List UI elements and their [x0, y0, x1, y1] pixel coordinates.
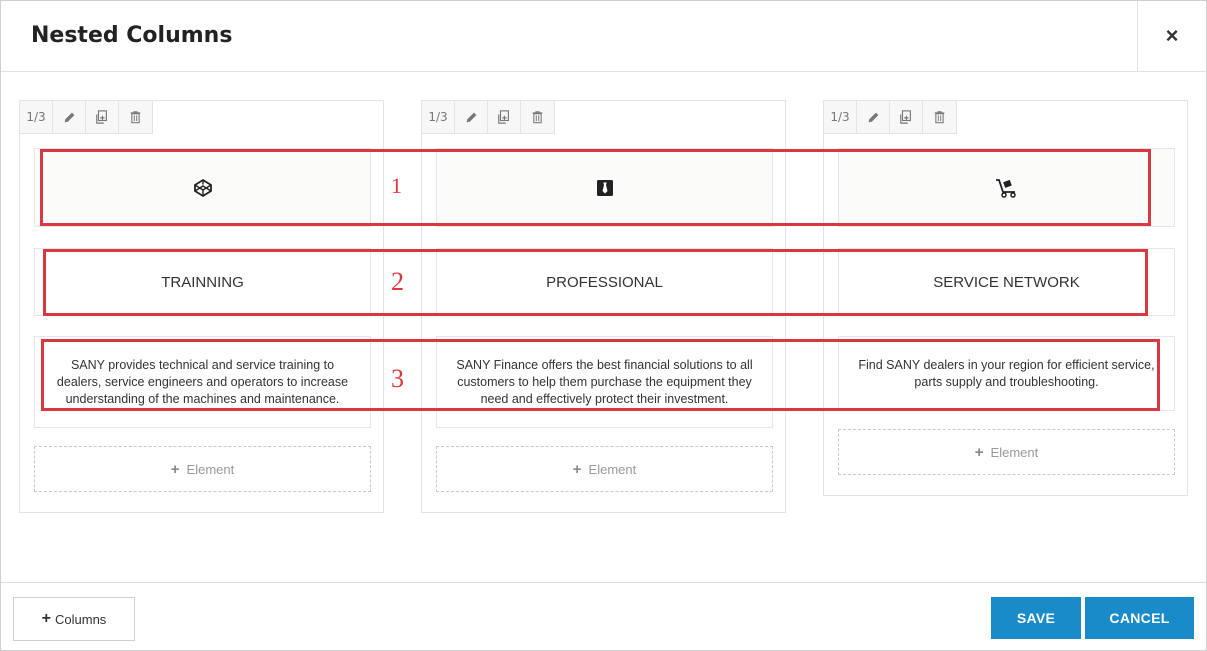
edit-column-button[interactable] — [53, 101, 86, 133]
icon-element[interactable] — [436, 148, 773, 227]
clone-icon — [900, 110, 911, 124]
close-button[interactable]: × — [1137, 1, 1206, 71]
text-element[interactable]: Find SANY dealers in your region for eff… — [838, 336, 1175, 411]
add-element-label: Element — [588, 461, 637, 477]
cancel-button[interactable]: CANCEL — [1085, 597, 1194, 639]
column-3: 1/3 SERVICE NETWORK Find SANY dealers in… — [823, 100, 1188, 496]
text-element[interactable]: SANY Finance offers the best financial s… — [436, 336, 773, 428]
column-size-button[interactable]: 1/3 — [824, 101, 857, 133]
clone-column-button[interactable] — [488, 101, 521, 133]
add-element-button[interactable]: + Element — [34, 446, 371, 492]
add-element-button[interactable]: + Element — [838, 429, 1175, 475]
pencil-icon — [466, 112, 476, 122]
annotation-number: 3 — [391, 364, 404, 393]
save-button[interactable]: SAVE — [991, 597, 1081, 639]
icon-element[interactable] — [838, 148, 1175, 227]
annotation-number: 1 — [391, 173, 402, 198]
heading-element[interactable]: SERVICE NETWORK — [838, 248, 1175, 316]
delete-column-button[interactable] — [119, 101, 152, 133]
column-size-button[interactable]: 1/3 — [422, 101, 455, 133]
dialog-title: Nested Columns — [31, 23, 233, 48]
add-element-button[interactable]: + Element — [436, 446, 773, 492]
trash-icon — [130, 111, 141, 124]
annotation-number: 2 — [391, 267, 404, 296]
column-1: 1/3 TRAINNING SANY provides technical an… — [19, 100, 384, 513]
clone-icon — [498, 110, 509, 124]
pencil-icon — [64, 112, 74, 122]
clone-icon — [96, 110, 107, 124]
plus-icon: + — [572, 460, 582, 478]
delete-column-button[interactable] — [521, 101, 554, 133]
delete-column-button[interactable] — [923, 101, 956, 133]
icon-element[interactable] — [34, 148, 371, 227]
codepen-icon — [193, 178, 212, 197]
plus-icon: + — [41, 610, 52, 627]
close-icon: × — [1165, 23, 1179, 48]
pencil-icon — [868, 112, 878, 122]
column-2: 1/3 PROFESSIONAL SANY Finance offers the… — [421, 100, 786, 513]
add-columns-label: Columns — [55, 611, 107, 627]
add-element-label: Element — [186, 461, 235, 477]
dialog-footer: + Columns SAVE CANCEL — [1, 582, 1206, 650]
text-element[interactable]: SANY provides technical and service trai… — [34, 336, 371, 428]
add-columns-button[interactable]: + Columns — [13, 597, 135, 641]
plus-icon: + — [974, 443, 984, 461]
column-toolbar: 1/3 — [20, 101, 153, 134]
trash-icon — [532, 111, 543, 124]
dolly-icon — [995, 178, 1016, 198]
heading-element[interactable]: PROFESSIONAL — [436, 248, 773, 316]
column-toolbar: 1/3 — [422, 101, 555, 134]
trash-icon — [934, 111, 945, 124]
plus-icon: + — [170, 460, 180, 478]
column-toolbar: 1/3 — [824, 101, 957, 134]
edit-column-button[interactable] — [455, 101, 488, 133]
add-element-label: Element — [990, 444, 1039, 460]
heading-element[interactable]: TRAINNING — [34, 248, 371, 316]
clone-column-button[interactable] — [890, 101, 923, 133]
dialog-header: Nested Columns × — [1, 1, 1206, 72]
tie-icon — [596, 179, 613, 196]
clone-column-button[interactable] — [86, 101, 119, 133]
column-size-button[interactable]: 1/3 — [20, 101, 53, 133]
edit-column-button[interactable] — [857, 101, 890, 133]
nested-columns-dialog: Nested Columns × 1/3 TRAINNING SANY prov… — [0, 0, 1207, 651]
